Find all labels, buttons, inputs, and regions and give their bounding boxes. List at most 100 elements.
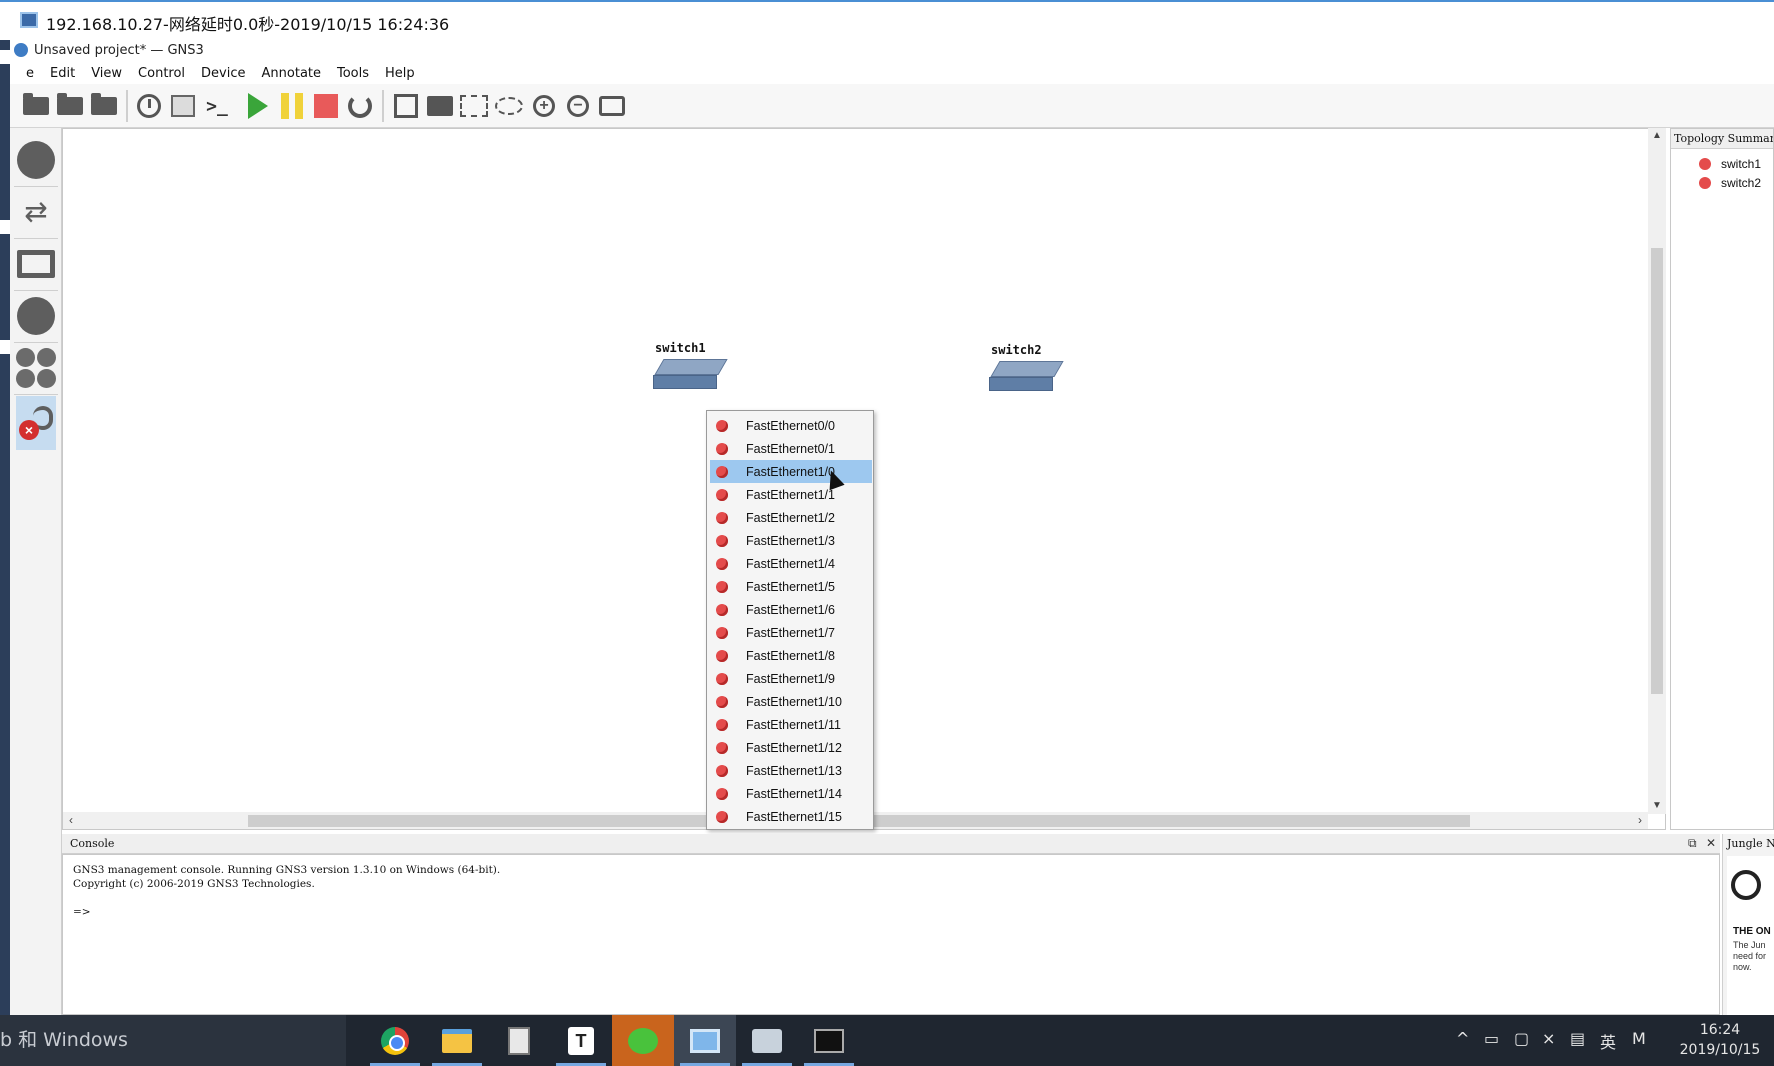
menu-item-port-highlighted[interactable]: FastEthernet1/0 (710, 460, 872, 483)
port-status-icon (716, 488, 728, 501)
menu-item-port[interactable]: FastEthernet1/14 (710, 782, 872, 805)
desktop-edge (0, 40, 10, 1015)
menu-item-port[interactable]: FastEthernet1/7 (710, 621, 872, 644)
suspend-all-icon[interactable] (276, 90, 308, 122)
console-title: Console (70, 837, 115, 850)
menu-item-port[interactable]: FastEthernet1/3 (710, 529, 872, 552)
device-dock: ⇄ × (10, 128, 62, 1015)
taskbar-clock[interactable]: 16:24 2019/10/15 (1670, 1020, 1770, 1060)
jungle-logo-icon (1731, 870, 1761, 900)
draw-rectangle-icon[interactable] (458, 90, 490, 122)
volume-mute-icon[interactable]: × (1542, 1029, 1555, 1048)
menu-item-port[interactable]: FastEthernet1/5 (710, 575, 872, 598)
reload-all-icon[interactable] (344, 90, 376, 122)
snapshot-history-icon[interactable] (133, 90, 165, 122)
menu-bar: e Edit View Control Device Annotate Tool… (10, 62, 1774, 84)
security-devices-icon[interactable] (16, 294, 56, 338)
console-output[interactable]: GNS3 management console. Running GNS3 ve… (62, 854, 1720, 1015)
menu-item-port[interactable]: FastEthernet1/6 (710, 598, 872, 621)
terminal-icon[interactable] (798, 1015, 860, 1066)
menu-view[interactable]: View (83, 66, 130, 81)
all-devices-icon[interactable] (16, 346, 56, 390)
menu-item-port[interactable]: FastEthernet1/4 (710, 552, 872, 575)
node-status-icon (1699, 158, 1711, 170)
scroll-down-icon[interactable]: ▼ (1648, 798, 1666, 814)
window-title: Unsaved project* — GNS3 (34, 43, 204, 58)
remote-desktop-icon[interactable] (674, 1015, 736, 1066)
ethernet-switch-icon (989, 361, 1064, 393)
scroll-right-icon[interactable]: › (1632, 812, 1648, 829)
menu-annotate[interactable]: Annotate (254, 66, 329, 81)
screenshot-icon[interactable] (596, 90, 628, 122)
remote-desktop-titlebar: 192.168.10.27-网络延时0.0秒-2019/10/15 16:24:… (0, 0, 1774, 40)
battery-icon[interactable]: ▭ (1484, 1029, 1499, 1048)
console-header: Console ⧉ ✕ (62, 834, 1720, 854)
wechat-icon[interactable] (612, 1015, 674, 1066)
ime-indicator[interactable]: 英 (1600, 1029, 1616, 1053)
menu-edit[interactable]: Edit (42, 66, 83, 81)
console-all-icon[interactable]: >_ (201, 90, 233, 122)
scroll-thumb[interactable] (1651, 248, 1663, 694)
stop-all-icon[interactable] (310, 90, 342, 122)
menu-help[interactable]: Help (377, 66, 423, 81)
draw-ellipse-icon[interactable] (493, 90, 525, 122)
menu-item-port[interactable]: FastEthernet0/0 (710, 414, 872, 437)
zoom-in-icon[interactable]: + (528, 90, 560, 122)
end-devices-icon[interactable] (16, 242, 56, 286)
menu-tools[interactable]: Tools (329, 66, 377, 81)
gns3-titlebar: Unsaved project* — GNS3 (10, 40, 1774, 62)
menu-item-port[interactable]: FastEthernet1/9 (710, 667, 872, 690)
menu-item-port[interactable]: FastEthernet1/10 (710, 690, 872, 713)
port-status-icon (716, 511, 728, 524)
undock-icon[interactable]: ⧉ (1688, 836, 1697, 851)
taskbar-search[interactable]: b 和 Windows (0, 1015, 346, 1066)
menu-item-port[interactable]: FastEthernet1/1 (710, 483, 872, 506)
port-status-icon (716, 810, 728, 823)
chevron-up-icon[interactable]: ^ (1456, 1029, 1469, 1048)
topology-summary-panel: Topology Summary switch1 switch2 (1670, 128, 1774, 830)
routers-icon[interactable] (16, 138, 56, 182)
chrome-icon[interactable] (364, 1015, 426, 1066)
canvas-vertical-scrollbar[interactable]: ▲ ▼ (1648, 128, 1666, 814)
menu-item-port[interactable]: FastEthernet1/15 (710, 805, 872, 828)
menu-item-port[interactable]: FastEthernet1/8 (710, 644, 872, 667)
menu-device[interactable]: Device (193, 66, 253, 81)
windows-taskbar: b 和 Windows T ^ ▭ ▢ × ▤ 英 M 16:24 2019/1… (0, 1015, 1774, 1066)
calculator-icon[interactable] (488, 1015, 550, 1066)
start-all-icon[interactable] (242, 90, 274, 122)
network-monitor-icon[interactable] (736, 1015, 798, 1066)
save-project-icon[interactable] (88, 90, 120, 122)
file-explorer-icon[interactable] (426, 1015, 488, 1066)
switches-icon[interactable]: ⇄ (16, 190, 56, 234)
menu-item-port[interactable]: FastEthernet0/1 (710, 437, 872, 460)
console-prompt: => (73, 906, 91, 918)
snapshot-icon[interactable] (167, 90, 199, 122)
network-icon[interactable]: ▢ (1514, 1029, 1529, 1048)
port-status-icon (716, 419, 728, 432)
add-note-icon[interactable] (390, 90, 422, 122)
typora-icon[interactable]: T (550, 1015, 612, 1066)
gns3-logo-icon (14, 43, 28, 57)
topology-item[interactable]: switch2 (1699, 176, 1761, 190)
add-link-icon[interactable]: × (16, 396, 56, 450)
ime-mode-indicator[interactable]: M (1632, 1029, 1646, 1048)
menu-file[interactable]: e (10, 66, 42, 81)
port-status-icon (716, 465, 728, 478)
scroll-left-icon[interactable]: ‹ (63, 812, 79, 829)
new-project-icon[interactable] (20, 90, 52, 122)
insert-image-icon[interactable] (424, 90, 456, 122)
menu-item-port[interactable]: FastEthernet1/13 (710, 759, 872, 782)
open-project-icon[interactable] (54, 90, 86, 122)
topology-item[interactable]: switch1 (1699, 157, 1761, 171)
zoom-out-icon[interactable]: − (562, 90, 594, 122)
menu-item-port[interactable]: FastEthernet1/12 (710, 736, 872, 759)
scroll-up-icon[interactable]: ▲ (1648, 128, 1666, 144)
notification-icon[interactable]: ▤ (1570, 1029, 1585, 1048)
port-status-icon (716, 534, 728, 547)
close-icon[interactable]: ✕ (1706, 836, 1716, 850)
port-status-icon (716, 718, 728, 731)
menu-item-port[interactable]: FastEthernet1/11 (710, 713, 872, 736)
remote-desktop-icon (20, 12, 38, 28)
menu-item-port[interactable]: FastEthernet1/2 (710, 506, 872, 529)
menu-control[interactable]: Control (130, 66, 193, 81)
